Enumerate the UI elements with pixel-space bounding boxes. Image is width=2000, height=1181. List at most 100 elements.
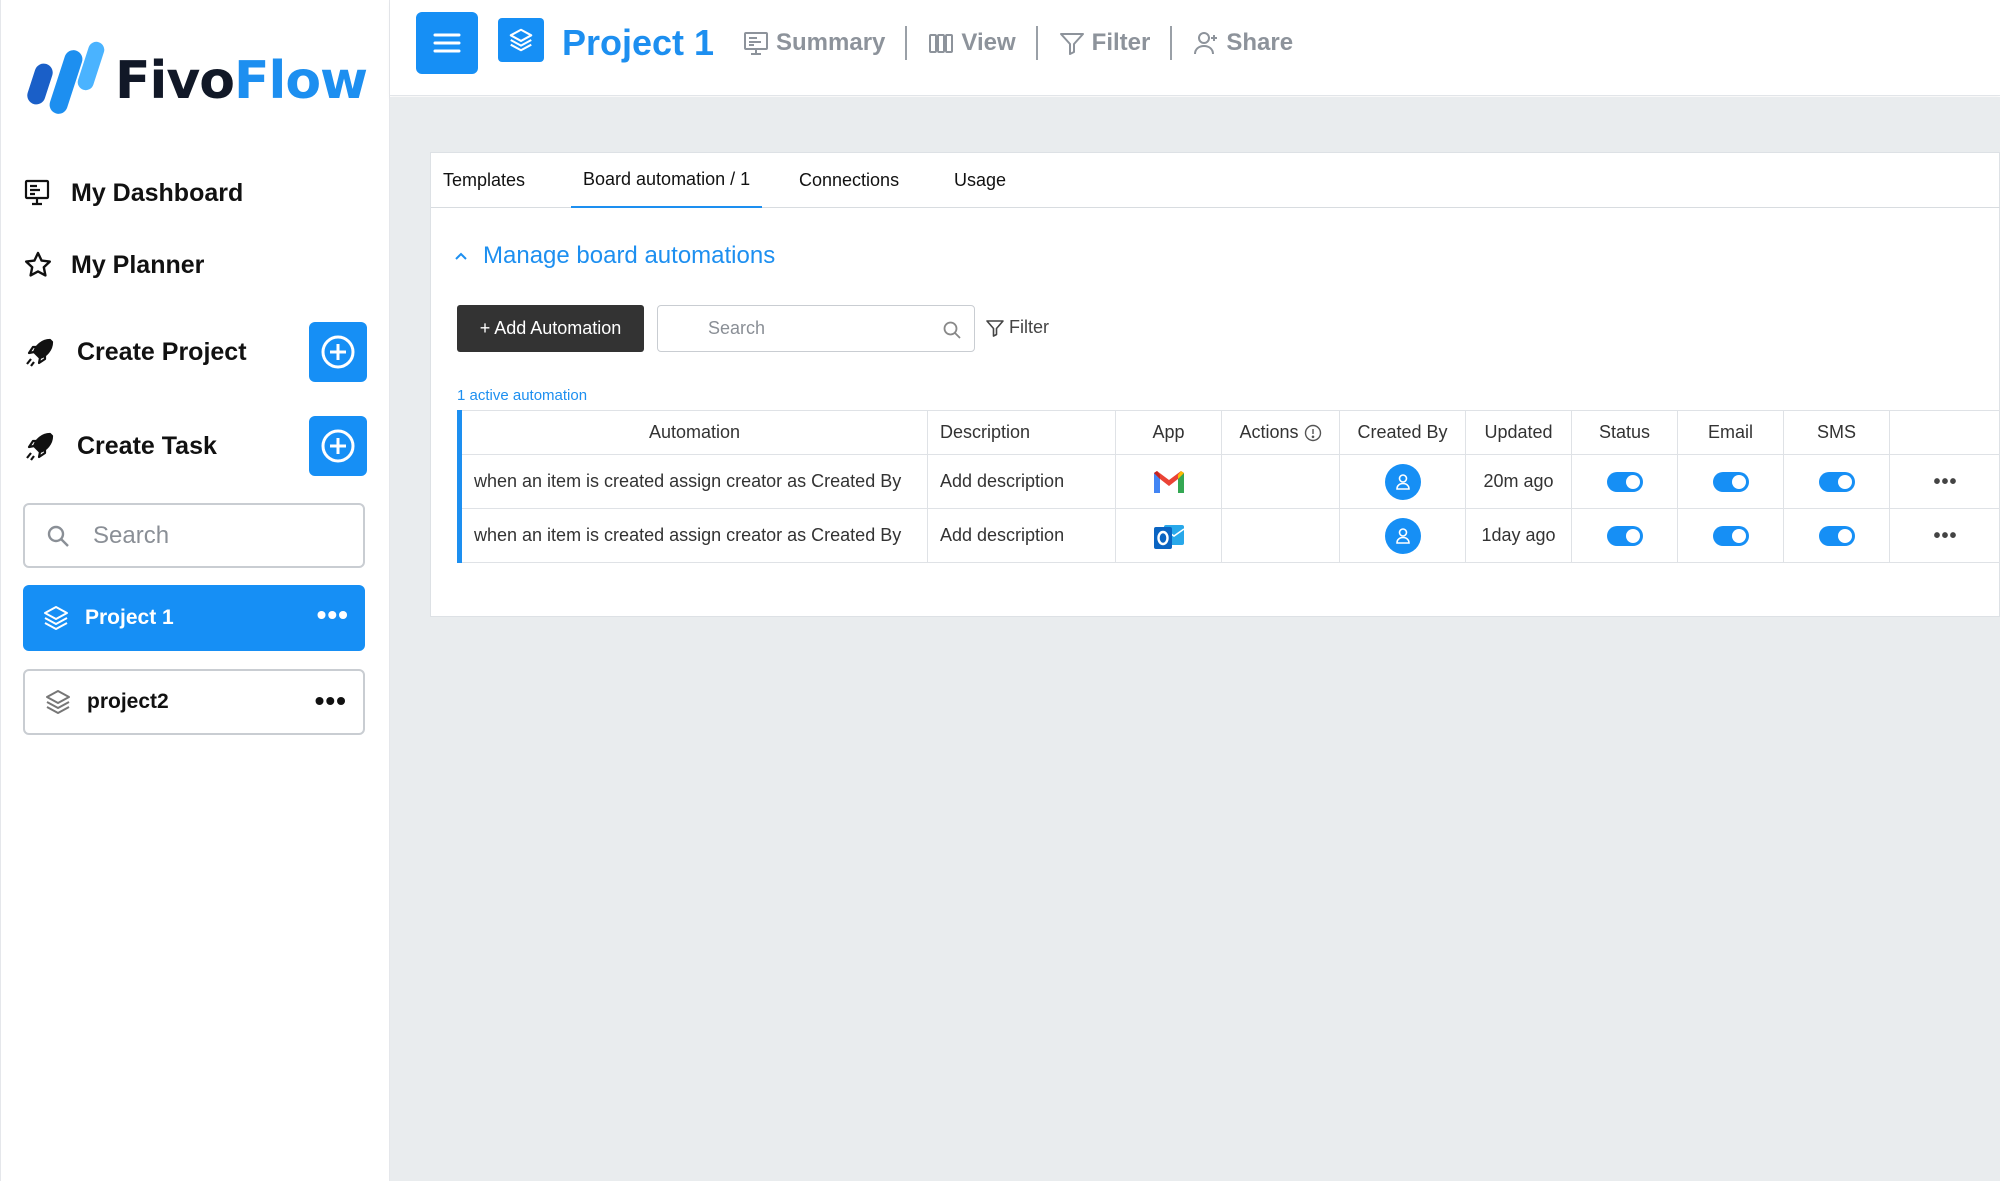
user-add-icon — [1194, 32, 1218, 55]
nav-label: My Planner — [71, 250, 205, 279]
project-badge — [498, 18, 544, 62]
sms-toggle[interactable] — [1818, 471, 1855, 492]
project-item-project2[interactable]: project2 ••• — [23, 669, 365, 735]
project-title: Project 1 — [562, 22, 715, 63]
columns-icon — [929, 34, 954, 53]
table-header: Automation Description App Actions Creat… — [462, 410, 2000, 455]
more-options-icon[interactable]: ••• — [1933, 526, 1957, 546]
actions-cell — [1222, 509, 1340, 562]
info-icon[interactable] — [1304, 424, 1322, 442]
status-toggle[interactable] — [1606, 525, 1643, 546]
divider — [905, 26, 908, 60]
sms-toggle[interactable] — [1818, 525, 1855, 546]
automation-panel: Templates Board automation / 1 Connectio… — [430, 152, 2000, 617]
filter-label: Filter — [1009, 317, 1049, 337]
header-created-by: Created By — [1340, 411, 1466, 454]
status-cell — [1572, 509, 1678, 562]
email-toggle[interactable] — [1712, 525, 1749, 546]
add-automation-button[interactable]: + Add Automation — [457, 305, 644, 352]
user-icon — [1395, 473, 1410, 490]
tab-usage[interactable]: Usage — [942, 153, 1018, 208]
project-item-project-1[interactable]: Project 1 ••• — [23, 585, 365, 651]
logo[interactable]: FivoFlow — [27, 38, 368, 124]
summary-link[interactable]: Summary — [742, 29, 885, 57]
sidebar-search-input[interactable] — [93, 521, 333, 550]
more-options-icon[interactable]: ••• — [1933, 472, 1957, 492]
app-cell — [1116, 509, 1222, 562]
user-icon — [1395, 527, 1410, 544]
tab-connections[interactable]: Connections — [787, 153, 911, 208]
updated-text: 20m ago — [1466, 455, 1572, 508]
hamburger-icon — [433, 33, 461, 53]
automation-search-input[interactable] — [708, 318, 928, 339]
filter-link[interactable]: Filter — [1058, 29, 1150, 57]
search-icon — [943, 321, 961, 339]
divider — [1170, 26, 1173, 60]
tab-templates[interactable]: Templates — [431, 153, 537, 208]
header-actions-label: Actions — [1239, 422, 1299, 442]
logo-text: FivoFlow — [115, 51, 368, 111]
layers-icon — [46, 690, 70, 714]
tab-board-automation[interactable]: Board automation / 1 — [571, 153, 763, 208]
create-task-row[interactable]: Create Task — [23, 416, 367, 476]
automation-table: Automation Description App Actions Creat… — [457, 410, 2000, 563]
rocket-icon — [26, 432, 54, 461]
layers-icon — [44, 606, 68, 630]
create-task-button[interactable] — [309, 416, 367, 476]
filter-icon — [1059, 33, 1084, 55]
status-cell — [1572, 455, 1678, 508]
more-cell: ••• — [1890, 509, 2000, 562]
header-app: App — [1116, 411, 1222, 454]
dashboard-icon — [24, 179, 50, 206]
chevron-up-icon — [455, 252, 467, 260]
email-toggle[interactable] — [1712, 471, 1749, 492]
project-more-icon[interactable]: ••• — [315, 687, 347, 715]
plus-circle-icon — [321, 335, 355, 369]
outlook-icon — [1153, 524, 1184, 549]
table-row[interactable]: when an item is created assign creator a… — [462, 455, 2000, 509]
share-link[interactable]: Share — [1192, 29, 1293, 57]
nav-my-planner[interactable]: My Planner — [23, 250, 204, 280]
description-text[interactable]: Add description — [928, 455, 1116, 508]
header-sms: SMS — [1784, 411, 1890, 454]
status-toggle[interactable] — [1606, 471, 1643, 492]
project-more-icon[interactable]: ••• — [317, 601, 349, 629]
create-task-label: Create Task — [77, 431, 217, 460]
create-project-button[interactable] — [309, 322, 367, 382]
view-label: View — [961, 29, 1016, 56]
nav-my-dashboard[interactable]: My Dashboard — [23, 178, 243, 208]
app-cell — [1116, 455, 1222, 508]
automation-filter[interactable]: Filter — [985, 317, 1049, 338]
header-status: Status — [1572, 411, 1678, 454]
automation-text[interactable]: when an item is created assign creator a… — [462, 455, 928, 508]
rocket-icon — [26, 338, 54, 367]
more-cell: ••• — [1890, 455, 2000, 508]
table-row[interactable]: when an item is created assign creator a… — [462, 509, 2000, 563]
create-project-row[interactable]: Create Project — [23, 322, 367, 382]
header-actions: Actions — [1222, 411, 1340, 454]
summary-label: Summary — [776, 29, 886, 56]
email-cell — [1678, 509, 1784, 562]
avatar[interactable] — [1384, 463, 1421, 500]
fivoflow-logo-icon — [27, 41, 105, 114]
sidebar-search[interactable] — [23, 503, 365, 568]
header-more — [1890, 411, 2000, 454]
description-text[interactable]: Add description — [928, 509, 1116, 562]
main-content: Templates Board automation / 1 Connectio… — [390, 97, 2000, 1181]
avatar[interactable] — [1384, 517, 1421, 554]
summary-icon — [744, 32, 768, 55]
automation-text[interactable]: when an item is created assign creator a… — [462, 509, 928, 562]
created-by-cell — [1340, 509, 1466, 562]
menu-button[interactable] — [416, 12, 478, 74]
create-project-label: Create Project — [77, 337, 247, 366]
updated-text: 1day ago — [1466, 509, 1572, 562]
section-toggle[interactable]: Manage board automations — [453, 242, 775, 270]
gmail-icon — [1153, 470, 1184, 493]
sms-cell — [1784, 509, 1890, 562]
view-link[interactable]: View — [927, 29, 1016, 57]
search-icon — [47, 525, 69, 547]
share-label: Share — [1226, 29, 1294, 56]
email-cell — [1678, 455, 1784, 508]
sms-cell — [1784, 455, 1890, 508]
automation-search[interactable] — [657, 305, 975, 352]
